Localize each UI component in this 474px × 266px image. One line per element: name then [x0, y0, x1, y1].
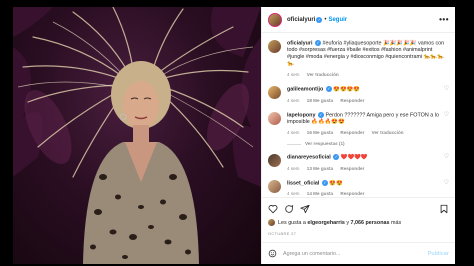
commenter-username[interactable]: lapelopony [287, 112, 315, 118]
caption-time[interactable]: 4 sem [287, 72, 300, 77]
comment-likes[interactable]: 13 Me gusta [307, 166, 333, 171]
add-comment-bar: Agrega un comentario... Publicar [262, 242, 455, 264]
post-actions: Les gusta a elgeorgeharris y 7,066 perso… [262, 197, 455, 236]
like-comment-icon[interactable]: ♡ [444, 112, 449, 136]
verified-icon: ✓ [317, 111, 324, 118]
author-avatar[interactable] [268, 12, 282, 27]
liker-username[interactable]: elgeorgeharris [307, 220, 344, 226]
comment-text: ❤️❤️❤️❤️ [340, 154, 368, 161]
like-comment-icon[interactable]: ♡ [444, 154, 449, 171]
comment-input[interactable]: Agrega un comentario... [283, 251, 428, 257]
likes-summary: Les gusta a elgeorgeharris y 7,066 perso… [268, 219, 449, 226]
comment-time[interactable]: 4 sem [287, 98, 300, 103]
verified-icon: ✓ [333, 154, 340, 161]
liker-avatar[interactable] [268, 219, 275, 226]
commenter-username[interactable]: dianareyesoficial [287, 155, 331, 161]
comment-text: 😍😍😍😍 [333, 86, 361, 93]
like-heart-icon[interactable] [268, 204, 278, 214]
comment-text: 😍😍 [329, 180, 343, 187]
verified-icon: ✓ [316, 16, 323, 23]
comment-item: lapelopony ✓ Perdon ??????? Amiga pero y… [268, 111, 449, 136]
like-comment-icon[interactable]: ♡ [444, 86, 449, 103]
save-bookmark-icon[interactable] [439, 204, 449, 214]
reply-button[interactable]: Responder [340, 166, 364, 171]
comments-list: oficialyuri ✓ #euforia #yliaquesoporte 🎉… [262, 33, 455, 197]
comment-bubble-icon[interactable] [284, 204, 294, 214]
comment-item: dianareyesoficial ✓ ❤️❤️❤️❤️ 4 sem 13 Me… [268, 154, 449, 171]
reply-button[interactable]: Responder [340, 191, 364, 196]
publish-button[interactable]: Publicar [428, 251, 449, 257]
likes-middle: y [346, 219, 350, 226]
translate-link[interactable]: Ver traducción [307, 72, 339, 77]
caption-avatar[interactable] [268, 40, 281, 53]
likes-count[interactable]: 7,066 personas [351, 220, 390, 226]
commenter-avatar[interactable] [268, 154, 281, 168]
likes-prefix: Les gusta a [278, 219, 306, 226]
post-side-panel: oficialyuri ✓ • Seguir ••• oficialyuri ✓… [261, 7, 455, 264]
comment-item: lisset_oficial ✓ 😍😍 4 sem 14 Me gusta Re… [268, 179, 449, 197]
post-header: oficialyuri ✓ • Seguir ••• [262, 7, 455, 33]
translate-link[interactable]: Ver traducción [372, 130, 404, 135]
comment-time[interactable]: 4 sem [287, 166, 300, 171]
share-plane-icon[interactable] [300, 204, 310, 214]
reply-button[interactable]: Responder [340, 98, 364, 103]
view-replies-button[interactable]: Ver respuestas (1) [287, 141, 449, 146]
emoji-icon[interactable] [268, 249, 277, 258]
instagram-post: oficialyuri ✓ • Seguir ••• oficialyuri ✓… [13, 7, 455, 264]
comment-item: galileamontijo ✓ 😍😍😍😍 4 sem 18 Me gusta … [268, 86, 449, 103]
portrait-illustration [13, 7, 261, 264]
post-photo[interactable] [13, 7, 261, 264]
follow-button[interactable]: Seguir [328, 17, 347, 23]
more-options-icon[interactable]: ••• [439, 15, 449, 24]
comment-likes[interactable]: 18 Me gusta [307, 98, 333, 103]
caption-username[interactable]: oficialyuri [287, 40, 312, 46]
author-username[interactable]: oficialyuri [287, 17, 315, 23]
comment-likes[interactable]: 16 Me gusta [307, 130, 333, 135]
verified-icon: ✓ [321, 179, 328, 186]
separator-dot: • [324, 16, 327, 23]
reply-button[interactable]: Responder [340, 130, 364, 135]
post-date[interactable]: OCTUBRE 27 [268, 231, 449, 236]
commenter-avatar[interactable] [268, 86, 281, 100]
comment-time[interactable]: 4 sem [287, 191, 300, 196]
verified-icon: ✓ [325, 86, 332, 93]
comment-likes[interactable]: 14 Me gusta [307, 191, 333, 196]
commenter-username[interactable]: lisset_oficial [287, 180, 319, 186]
verified-icon: ✓ [314, 40, 321, 46]
commenter-avatar[interactable] [268, 179, 281, 193]
likes-suffix: más [391, 219, 402, 226]
like-comment-icon[interactable]: ♡ [444, 180, 449, 197]
comment-time[interactable]: 4 sem [287, 130, 300, 135]
commenter-avatar[interactable] [268, 111, 281, 125]
caption: oficialyuri ✓ #euforia #yliaquesoporte 🎉… [268, 40, 449, 78]
commenter-username[interactable]: galileamontijo [287, 87, 323, 93]
